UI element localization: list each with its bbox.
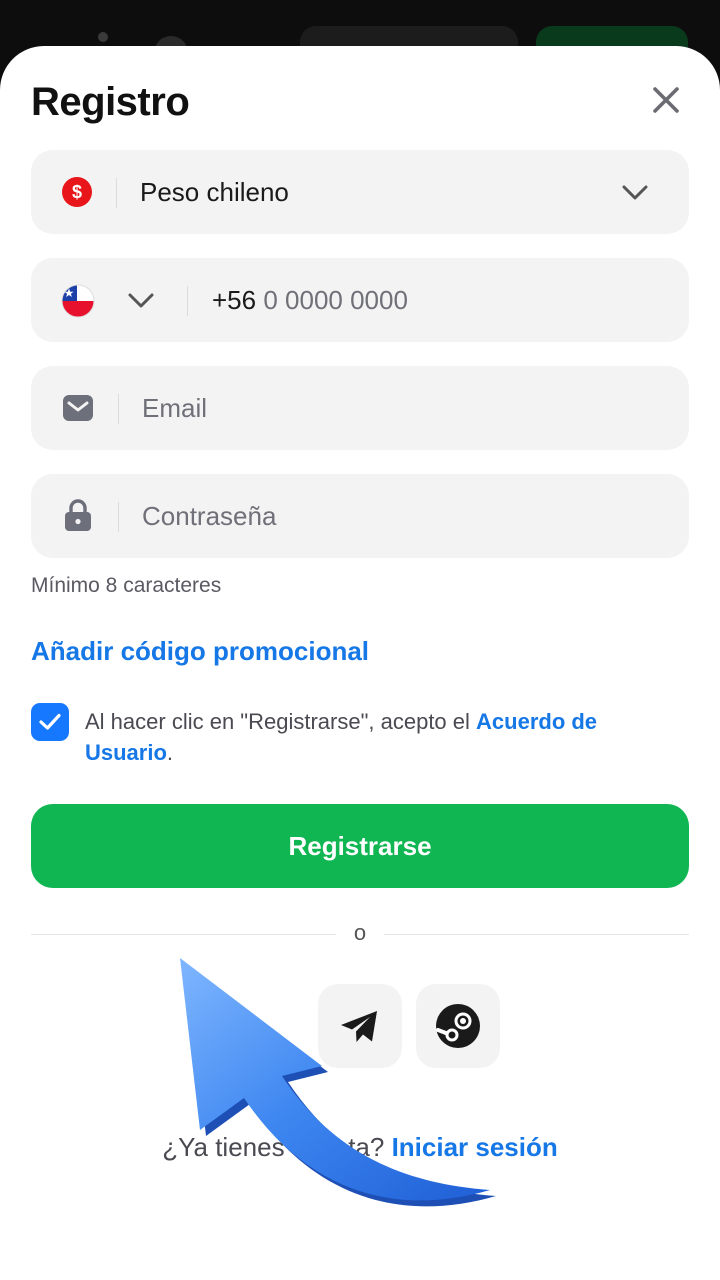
country-select[interactable] [51, 272, 171, 328]
login-prompt: ¿Ya tienes cuenta? Iniciar sesión [0, 1132, 720, 1163]
email-placeholder: Email [142, 393, 208, 423]
register-button[interactable]: Registrarse [31, 804, 689, 888]
field-separator [118, 502, 119, 532]
phone-field[interactable]: +56 0 0000 0000 [31, 258, 689, 342]
currency-value: Peso chileno [140, 177, 289, 207]
steam-icon [436, 1004, 480, 1048]
envelope-icon [63, 395, 93, 421]
telegram-login-button[interactable] [318, 984, 402, 1068]
password-hint: Mínimo 8 caracteres [31, 574, 222, 597]
close-button[interactable] [646, 80, 686, 120]
dollar-coin-icon: $ [62, 177, 92, 207]
steam-login-button[interactable] [416, 984, 500, 1068]
add-promo-code-link[interactable]: Añadir código promocional [31, 636, 369, 667]
phone-country-code: +56 [212, 285, 257, 315]
chile-flag-icon [61, 284, 95, 318]
chevron-down-icon [128, 293, 154, 308]
background-dot [98, 32, 108, 42]
login-prompt-text: ¿Ya tienes cuenta? [162, 1132, 392, 1162]
agreement-label: Al hacer clic en "Registrarse", acepto e… [85, 709, 477, 734]
registration-sheet: Registro $ Peso chileno +56 0 0000 0000 … [0, 46, 720, 1280]
agreement-checkbox[interactable] [31, 703, 69, 741]
agreement-text: Al hacer clic en "Registrarse", acepto e… [85, 706, 685, 768]
svg-text:$: $ [72, 182, 82, 202]
phone-input[interactable]: +56 0 0000 0000 [212, 258, 408, 342]
divider-left [31, 934, 336, 935]
page-title: Registro [31, 80, 190, 124]
email-field[interactable]: Email [31, 366, 689, 450]
field-separator [187, 286, 188, 316]
currency-select[interactable]: $ Peso chileno [31, 150, 689, 234]
phone-placeholder: 0 0000 0000 [263, 285, 408, 315]
chevron-down-icon [622, 185, 648, 200]
password-field[interactable]: Contraseña [31, 474, 689, 558]
divider-right [384, 934, 689, 935]
checkmark-icon [39, 713, 61, 730]
close-icon [653, 87, 679, 113]
telegram-icon [341, 1011, 377, 1042]
or-separator: o [353, 920, 367, 945]
field-separator [116, 178, 117, 208]
login-link[interactable]: Iniciar sesión [392, 1132, 558, 1162]
field-separator [118, 394, 119, 424]
agreement-suffix: . [166, 740, 174, 765]
password-placeholder: Contraseña [142, 501, 277, 531]
lock-icon [65, 499, 91, 531]
